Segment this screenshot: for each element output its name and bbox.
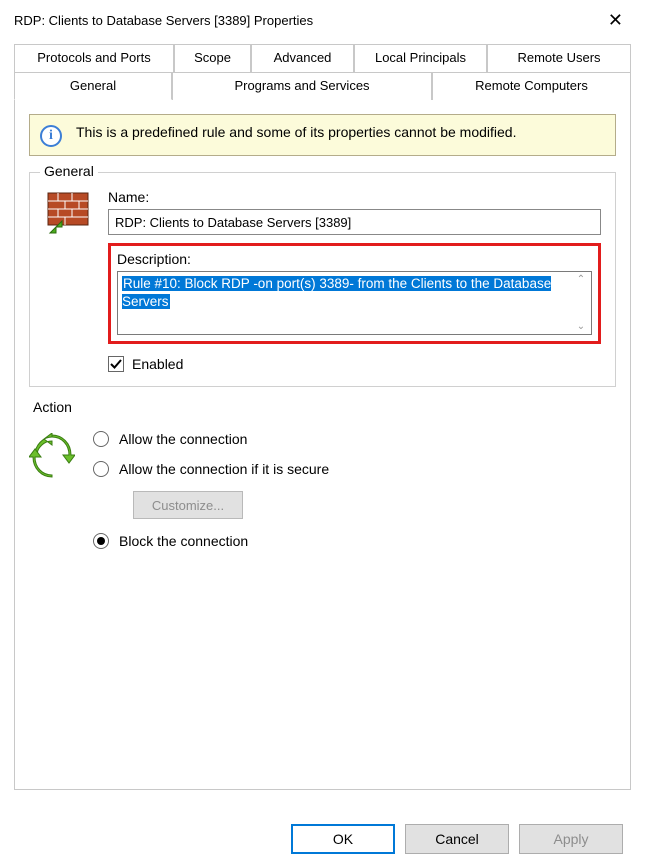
tabstrip: Protocols and Ports Scope Advanced Local… <box>14 44 631 100</box>
info-text: This is a predefined rule and some of it… <box>76 123 516 142</box>
dialog-body: Protocols and Ports Scope Advanced Local… <box>0 38 645 790</box>
info-icon: i <box>40 125 62 147</box>
description-label: Description: <box>117 251 592 267</box>
description-text: Rule #10: Block RDP -on port(s) 3389- fr… <box>122 276 551 309</box>
customize-button: Customize... <box>133 491 243 519</box>
close-icon[interactable]: ✕ <box>600 10 631 31</box>
group-general-title: General <box>40 163 98 179</box>
tab-protocols-ports[interactable]: Protocols and Ports <box>14 44 174 72</box>
description-highlight: Description: Rule #10: Block RDP -on por… <box>108 243 601 344</box>
description-scrollbar[interactable]: ⌃ ⌄ <box>573 274 589 332</box>
info-banner: i This is a predefined rule and some of … <box>29 114 616 156</box>
scroll-down-icon[interactable]: ⌄ <box>573 321 589 332</box>
group-general: General <box>29 172 616 387</box>
tab-programs-services[interactable]: Programs and Services <box>172 72 432 100</box>
ok-button[interactable]: OK <box>291 824 395 854</box>
tab-advanced[interactable]: Advanced <box>251 44 354 72</box>
tab-local-principals[interactable]: Local Principals <box>354 44 487 72</box>
enabled-checkbox[interactable] <box>108 356 124 372</box>
tab-remote-users[interactable]: Remote Users <box>487 44 631 72</box>
tab-general[interactable]: General <box>14 72 172 100</box>
group-action-title: Action <box>29 399 76 415</box>
titlebar: RDP: Clients to Database Servers [3389] … <box>0 0 645 38</box>
tab-remote-computers[interactable]: Remote Computers <box>432 72 631 100</box>
radio-allow-secure[interactable] <box>93 461 109 477</box>
name-input[interactable] <box>108 209 601 235</box>
cancel-button[interactable]: Cancel <box>405 824 509 854</box>
group-action: Action Allow the connection <box>29 409 616 577</box>
description-input[interactable]: Rule #10: Block RDP -on port(s) 3389- fr… <box>117 271 592 335</box>
window-title: RDP: Clients to Database Servers [3389] … <box>14 13 313 28</box>
dialog-buttons: OK Cancel Apply <box>291 824 623 854</box>
recycle-arrows-icon <box>29 431 79 563</box>
radio-allow-label: Allow the connection <box>119 431 247 447</box>
radio-block-label: Block the connection <box>119 533 248 549</box>
radio-allow[interactable] <box>93 431 109 447</box>
firewall-icon <box>44 189 94 372</box>
name-label: Name: <box>108 189 601 205</box>
tab-panel-general: i This is a predefined rule and some of … <box>14 100 631 790</box>
enabled-label: Enabled <box>132 356 183 372</box>
radio-allow-secure-label: Allow the connection if it is secure <box>119 461 329 477</box>
scroll-up-icon[interactable]: ⌃ <box>573 274 589 285</box>
tab-scope[interactable]: Scope <box>174 44 251 72</box>
radio-block[interactable] <box>93 533 109 549</box>
apply-button: Apply <box>519 824 623 854</box>
